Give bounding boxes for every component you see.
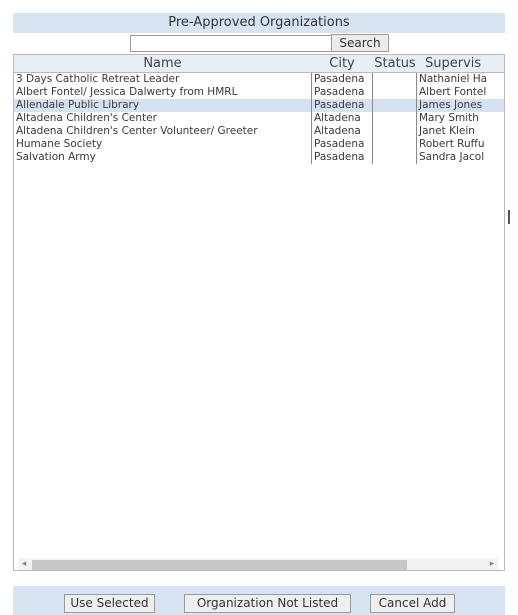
cell-status bbox=[373, 138, 415, 151]
cell-name: Altadena Children's Center bbox=[16, 112, 157, 124]
pre-approved-organizations-dialog: Pre-Approved Organizations Search Name C… bbox=[13, 13, 505, 615]
table-row[interactable]: Humane Society Pasadena Robert Ruffu bbox=[14, 138, 504, 151]
window-edge-marker bbox=[508, 210, 510, 224]
cell-status bbox=[373, 112, 415, 125]
use-selected-button[interactable]: Use Selected bbox=[64, 594, 155, 613]
table-row[interactable]: Salvation Army Pasadena Sandra Jacol bbox=[14, 151, 504, 164]
column-header-city[interactable]: City bbox=[311, 55, 373, 72]
cell-name: Allendale Public Library bbox=[16, 99, 140, 111]
table-row[interactable]: Altadena Children's Center Volunteer/ Gr… bbox=[14, 125, 504, 138]
cell-supervisor: Sandra Jacol bbox=[416, 151, 504, 164]
cell-name: Humane Society bbox=[16, 138, 103, 150]
scroll-thumb[interactable] bbox=[32, 560, 407, 570]
cell-supervisor: Nathaniel Ha bbox=[416, 73, 504, 86]
scroll-left-arrow-icon[interactable]: ◂ bbox=[18, 558, 30, 570]
cell-supervisor: Robert Ruffu bbox=[416, 138, 504, 151]
cell-status bbox=[373, 73, 415, 86]
action-bar: Use Selected Organization Not Listed Can… bbox=[13, 586, 505, 615]
dialog-title: Pre-Approved Organizations bbox=[13, 13, 505, 33]
cell-city: Altadena bbox=[311, 112, 373, 125]
column-header-status[interactable]: Status bbox=[373, 55, 417, 72]
cancel-add-button[interactable]: Cancel Add bbox=[370, 594, 455, 613]
cell-name: Albert Fontel/ Jessica Dalwerty from HMR… bbox=[16, 86, 238, 98]
cell-city: Pasadena bbox=[311, 73, 373, 86]
cell-name: 3 Days Catholic Retreat Leader bbox=[16, 73, 180, 85]
cell-status bbox=[373, 151, 415, 164]
cell-city: Pasadena bbox=[311, 138, 373, 151]
cell-city: Pasadena bbox=[311, 86, 373, 99]
organization-not-listed-button[interactable]: Organization Not Listed bbox=[184, 594, 351, 613]
cell-status bbox=[373, 99, 415, 112]
cell-supervisor: Albert Fontel bbox=[416, 86, 504, 99]
table-row-selected[interactable]: Allendale Public Library Pasadena James … bbox=[14, 99, 504, 112]
cell-name: Salvation Army bbox=[16, 151, 96, 163]
cell-supervisor: James Jones bbox=[416, 99, 504, 112]
cell-name: Altadena Children's Center Volunteer/ Gr… bbox=[16, 125, 258, 137]
cell-city: Altadena bbox=[311, 125, 373, 138]
table-row[interactable]: Altadena Children's Center Altadena Mary… bbox=[14, 112, 504, 125]
column-header-supervisor[interactable]: Supervis bbox=[417, 55, 504, 72]
horizontal-scrollbar[interactable]: ◂ ▸ bbox=[18, 558, 498, 570]
table-row[interactable]: 3 Days Catholic Retreat Leader Pasadena … bbox=[14, 73, 504, 86]
cell-city: Pasadena bbox=[311, 99, 373, 112]
cell-city: Pasadena bbox=[311, 151, 373, 164]
scroll-right-arrow-icon[interactable]: ▸ bbox=[486, 558, 498, 570]
cell-status bbox=[373, 125, 415, 138]
table-row[interactable]: Albert Fontel/ Jessica Dalwerty from HMR… bbox=[14, 86, 504, 99]
organizations-table: Name City Status Supervis 3 Days Catholi… bbox=[13, 54, 505, 571]
cell-supervisor: Mary Smith bbox=[416, 112, 504, 125]
cell-supervisor: Janet Klein bbox=[416, 125, 504, 138]
column-header-name[interactable]: Name bbox=[14, 55, 311, 72]
search-button[interactable]: Search bbox=[331, 34, 389, 52]
search-input[interactable] bbox=[130, 35, 334, 52]
cell-status bbox=[373, 86, 415, 99]
search-row: Search bbox=[13, 33, 505, 53]
